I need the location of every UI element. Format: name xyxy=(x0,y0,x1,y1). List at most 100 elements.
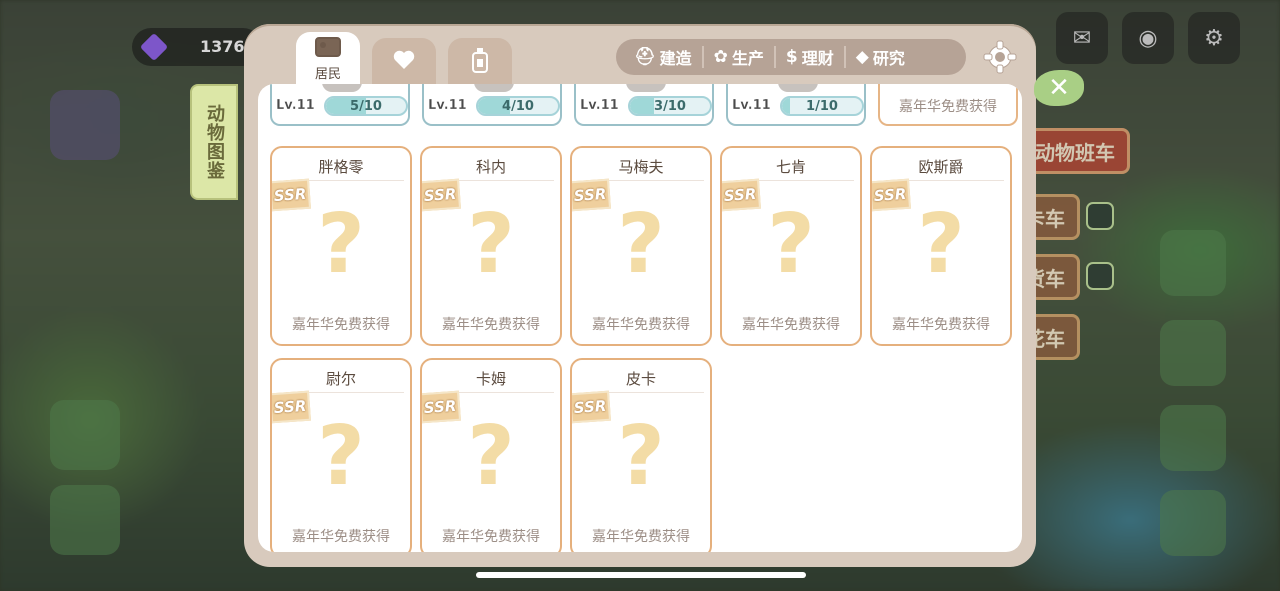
bg-tile xyxy=(1160,405,1226,471)
animal-card[interactable]: 科内 SSR ? 嘉年华免费获得 xyxy=(420,146,562,346)
bottle-icon xyxy=(471,47,489,77)
tab-residents[interactable]: 居民 xyxy=(296,32,360,86)
unknown-mark: ? xyxy=(617,197,665,292)
tab-favorites[interactable] xyxy=(372,38,436,86)
category-finance-label: 理财 xyxy=(801,49,834,68)
bg-tile xyxy=(1160,490,1226,556)
gem-count: 1376 xyxy=(200,37,245,56)
cargo-badge xyxy=(1086,262,1114,290)
partial-card[interactable]: Lv.11 4/10 xyxy=(422,84,562,126)
progress-bar: 5/10 xyxy=(324,96,408,116)
category-bar: ⛑ 建造 ✿ 生产 $ 理财 ◆ 研究 xyxy=(616,39,966,75)
unknown-mark: ? xyxy=(317,197,365,292)
camera-icon[interactable]: ◉ xyxy=(1122,12,1174,64)
source-text: 嘉年华免费获得 xyxy=(892,317,990,333)
progress-bar: 1/10 xyxy=(780,96,864,116)
collection-panel: 居民 ⛑ 建造 ✿ 生产 $ 理财 ◆ 研究 Lv.11 5/10 Lv.11 … xyxy=(244,24,1036,567)
unknown-mark: ? xyxy=(767,197,815,292)
bg-tile xyxy=(1160,320,1226,386)
level-label: Lv.11 xyxy=(428,98,467,113)
close-icon: ✕ xyxy=(1048,73,1070,103)
unknown-mark: ? xyxy=(317,409,365,504)
bg-tile xyxy=(50,485,120,555)
category-research[interactable]: ◆ 研究 xyxy=(843,46,915,68)
top-card-row: Lv.11 5/10 Lv.11 4/10 Lv.11 3/10 Lv.11 1… xyxy=(270,84,1018,126)
graduation-cap-icon: ◆ xyxy=(855,47,869,67)
progress-text: 4/10 xyxy=(502,98,534,114)
animal-card[interactable]: 尉尔 SSR ? 嘉年华免费获得 xyxy=(270,358,412,552)
bg-tile xyxy=(1160,230,1226,296)
panel-tabs: 居民 xyxy=(296,32,512,86)
animal-guide-tab[interactable]: 动物图鉴 xyxy=(190,84,238,200)
gear-icon xyxy=(983,40,1017,74)
animal-card[interactable]: 皮卡 SSR ? 嘉年华免费获得 xyxy=(570,358,712,552)
dollar-icon: $ xyxy=(785,47,798,67)
source-text: 嘉年华免费获得 xyxy=(592,317,690,333)
mail-icon[interactable]: ✉ xyxy=(1056,12,1108,64)
level-label: Lv.11 xyxy=(732,98,771,113)
settings-icon[interactable]: ⚙ xyxy=(1188,12,1240,64)
animal-card[interactable]: 七肯 SSR ? 嘉年华免费获得 xyxy=(720,146,862,346)
animal-name: 皮卡 xyxy=(625,370,656,388)
id-card-icon xyxy=(315,36,341,61)
partial-card[interactable]: Lv.11 3/10 xyxy=(574,84,714,126)
level-label: Lv.11 xyxy=(276,98,315,113)
level-label: Lv.11 xyxy=(580,98,619,113)
progress-text: 1/10 xyxy=(806,98,838,114)
category-research-label: 研究 xyxy=(872,49,905,68)
bee-icon: ✿ xyxy=(713,47,728,67)
tab-residents-label: 居民 xyxy=(314,66,341,82)
category-produce[interactable]: ✿ 生产 xyxy=(701,46,774,68)
category-finance[interactable]: $ 理财 xyxy=(773,46,844,68)
category-build-label: 建造 xyxy=(659,49,692,68)
animal-name: 欧斯爵 xyxy=(918,158,964,176)
tab-items[interactable] xyxy=(448,38,512,86)
card-scroll-area[interactable]: Lv.11 5/10 Lv.11 4/10 Lv.11 3/10 Lv.11 1… xyxy=(258,84,1022,552)
animal-card[interactable]: 卡姆 SSR ? 嘉年华免费获得 xyxy=(420,358,562,552)
close-button[interactable]: ✕ xyxy=(1034,70,1084,106)
progress-bar: 4/10 xyxy=(476,96,560,116)
animal-card-grid: 胖格零 SSR ? 嘉年华免费获得 科内 SSR ? 嘉年华免费获得 马梅夫 S… xyxy=(270,146,1012,552)
source-text: 嘉年华免费获得 xyxy=(442,529,540,545)
animal-card[interactable]: 马梅夫 SSR ? 嘉年华免费获得 xyxy=(570,146,712,346)
animal-name: 马梅夫 xyxy=(618,158,664,176)
animal-card[interactable]: 欧斯爵 SSR ? 嘉年华免费获得 xyxy=(870,146,1012,346)
animal-card[interactable]: 胖格零 SSR ? 嘉年华免费获得 xyxy=(270,146,412,346)
progress-text: 5/10 xyxy=(350,98,382,114)
card-peek xyxy=(626,84,666,92)
animal-guide-label: 动物图鉴 xyxy=(204,104,225,180)
animal-name: 卡姆 xyxy=(475,370,506,388)
source-text: 嘉年华免费获得 xyxy=(899,99,997,115)
bg-tile xyxy=(50,90,120,160)
animal-name: 七肯 xyxy=(775,158,806,176)
home-indicator[interactable] xyxy=(476,572,806,578)
heart-icon xyxy=(392,49,416,75)
bus-label[interactable]: 动物班车 xyxy=(1020,128,1130,174)
animal-name: 胖格零 xyxy=(318,158,364,176)
source-text: 嘉年华免费获得 xyxy=(592,529,690,545)
partial-card[interactable]: 嘉年华免费获得 xyxy=(878,84,1018,126)
source-text: 嘉年华免费获得 xyxy=(742,317,840,333)
gem-counter[interactable]: 1376 xyxy=(132,28,262,66)
category-build[interactable]: ⛑ 建造 xyxy=(624,46,702,68)
category-produce-label: 生产 xyxy=(731,49,764,68)
card-peek xyxy=(778,84,818,92)
animal-name: 尉尔 xyxy=(325,370,356,388)
progress-bar: 3/10 xyxy=(628,96,712,116)
animal-name: 科内 xyxy=(475,158,506,176)
source-text: 嘉年华免费获得 xyxy=(442,317,540,333)
top-right-toolbar: ✉ ◉ ⚙ xyxy=(1056,12,1240,64)
partial-card[interactable]: Lv.11 1/10 xyxy=(726,84,866,126)
source-text: 嘉年华免费获得 xyxy=(292,529,390,545)
progress-text: 3/10 xyxy=(654,98,686,114)
card-peek xyxy=(322,84,362,92)
source-text: 嘉年华免费获得 xyxy=(292,317,390,333)
settings-button[interactable] xyxy=(982,39,1018,75)
helmet-icon: ⛑ xyxy=(634,47,656,67)
partial-card[interactable]: Lv.11 5/10 xyxy=(270,84,410,126)
card-peek xyxy=(474,84,514,92)
bg-tile xyxy=(50,400,120,470)
unknown-mark: ? xyxy=(917,197,965,292)
unknown-mark: ? xyxy=(467,409,515,504)
unknown-mark: ? xyxy=(467,197,515,292)
